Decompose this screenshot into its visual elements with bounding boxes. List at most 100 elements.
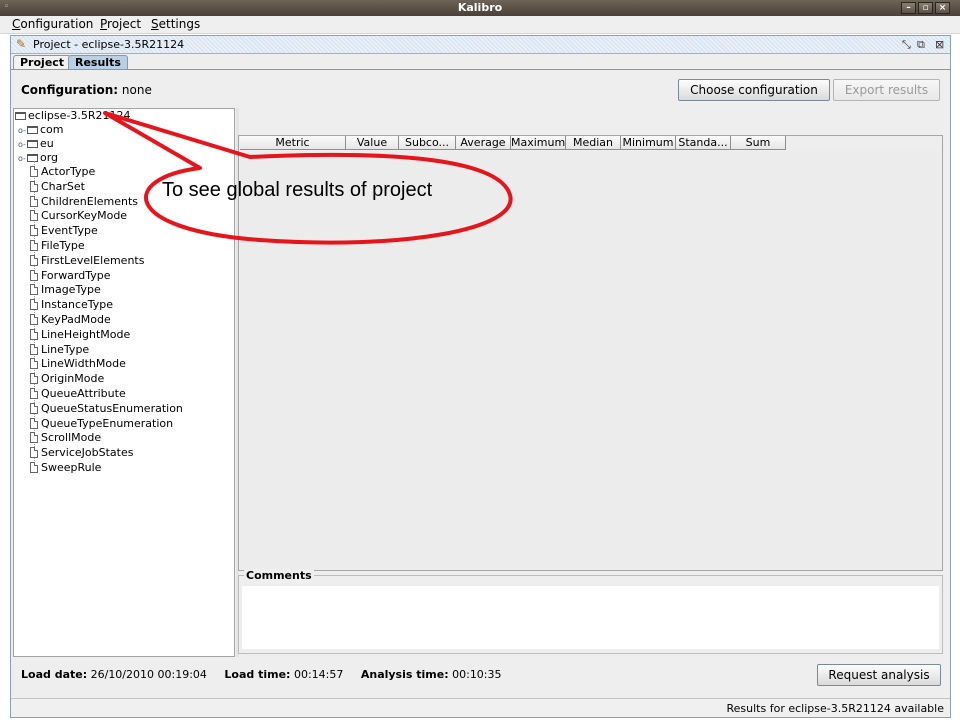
project-icon: ✎ (16, 37, 27, 51)
file-icon (30, 373, 38, 385)
minimize-icon[interactable]: – (901, 2, 916, 14)
file-icon (30, 284, 38, 296)
project-tree[interactable]: eclipse-3.5R21124 o-com o-eu o-org Actor… (13, 108, 235, 657)
configuration-row: Configuration: none (21, 83, 152, 97)
tree-file-item[interactable]: ForwardType (30, 269, 111, 283)
comments-panel: Comments (238, 569, 943, 654)
analysis-time-value: 00:10:35 (452, 668, 502, 681)
frame-title: Project - eclipse-3.5R21124 (33, 38, 185, 51)
expand-icon[interactable]: o- (18, 138, 27, 152)
configuration-label: Configuration: (21, 83, 119, 97)
close-icon[interactable]: × (935, 2, 950, 14)
column-header[interactable]: Standa... (676, 136, 731, 150)
tree-file-item[interactable]: InstanceType (30, 298, 113, 312)
file-icon (30, 299, 38, 311)
comments-legend: Comments (244, 569, 314, 582)
status-text: Results for eclipse-3.5R21124 available (726, 702, 945, 715)
menubar: Configuration Project Settings (0, 16, 960, 34)
tree-file-item[interactable]: ServiceJobStates (30, 446, 133, 460)
column-header[interactable]: Subco... (399, 136, 456, 150)
tree-file-item[interactable]: FirstLevelElements (30, 254, 144, 268)
tree-file-item[interactable]: CursorKeyMode (30, 209, 127, 223)
load-date-value: 26/10/2010 00:19:04 (90, 668, 207, 681)
comments-textarea[interactable] (242, 586, 939, 649)
file-icon (30, 195, 38, 207)
tree-file-item[interactable]: ImageType (30, 283, 101, 297)
tree-file-item[interactable]: LineType (30, 343, 89, 357)
analysis-time-label: Analysis time: (360, 668, 449, 681)
tree-file-item[interactable]: SweepRule (30, 461, 101, 475)
tree-file-item[interactable]: CharSet (30, 180, 85, 194)
tab-divider (11, 69, 950, 70)
configuration-value: none (121, 83, 152, 97)
iconify-icon[interactable]: ⤡ (902, 38, 911, 52)
tree-file-item[interactable]: ChildrenElements (30, 195, 138, 209)
menu-settings[interactable]: Settings (151, 17, 200, 31)
expand-icon[interactable]: o- (18, 152, 27, 166)
column-header[interactable]: Metric (240, 136, 346, 150)
status-bar: Results for eclipse-3.5R21124 available (11, 698, 950, 717)
file-icon (30, 210, 38, 222)
tree-file-item[interactable]: ScrollMode (30, 431, 101, 445)
column-header[interactable]: Sum (731, 136, 786, 150)
tree-package[interactable]: o-eu (18, 137, 54, 151)
folder-icon (15, 112, 26, 120)
menu-configuration[interactable]: Configuration (12, 17, 93, 31)
tab-project[interactable]: Project (13, 55, 72, 70)
tree-root[interactable]: eclipse-3.5R21124 (15, 109, 131, 123)
load-time-value: 00:14:57 (293, 668, 344, 681)
choose-configuration-button[interactable]: Choose configuration (678, 79, 830, 101)
file-icon (30, 269, 38, 281)
tree-file-item[interactable]: LineHeightMode (30, 328, 130, 342)
column-header[interactable]: Minimum (621, 136, 676, 150)
tree-file-item[interactable]: QueueAttribute (30, 387, 126, 401)
file-icon (30, 447, 38, 459)
folder-icon (27, 154, 38, 162)
column-header[interactable]: Maximum (511, 136, 566, 150)
load-date-label: Load date: (21, 668, 88, 681)
tree-file-item[interactable]: EventType (30, 224, 98, 238)
file-icon (30, 314, 38, 325)
file-icon (30, 388, 38, 399)
column-header[interactable]: Median (566, 136, 621, 150)
maximize-icon[interactable]: ▫ (918, 2, 933, 14)
frame-close-icon[interactable]: ⊠ (935, 38, 944, 51)
tree-file-item[interactable]: OriginMode (30, 372, 104, 386)
tree-package[interactable]: o-com (18, 123, 64, 137)
restore-icon[interactable]: ⧉ (917, 38, 925, 52)
file-icon (30, 328, 38, 340)
file-icon (30, 254, 38, 266)
file-icon (30, 343, 38, 355)
expand-icon[interactable]: o- (18, 124, 27, 138)
tree-file-item[interactable]: QueueTypeEnumeration (30, 417, 173, 431)
file-icon (30, 432, 38, 444)
project-frame: ✎ Project - eclipse-3.5R21124 ⤡ ⧉ ⊠ Proj… (10, 35, 951, 718)
table-body[interactable] (240, 151, 942, 570)
load-info: Load date: 26/10/2010 00:19:04 Load time… (21, 668, 502, 681)
tree-package[interactable]: o-org (18, 151, 58, 165)
folder-icon (27, 140, 38, 148)
folder-icon (27, 126, 38, 134)
window-title: Kalibro (457, 1, 503, 14)
column-header[interactable]: Value (346, 136, 399, 150)
tree-file-item[interactable]: QueueStatusEnumeration (30, 402, 183, 416)
load-time-label: Load time: (224, 668, 291, 681)
menu-project[interactable]: Project (100, 17, 141, 31)
file-icon (30, 402, 38, 414)
tree-file-item[interactable]: LineWidthMode (30, 357, 126, 371)
column-header[interactable]: Average (456, 136, 511, 150)
file-icon (30, 358, 38, 370)
file-icon (30, 166, 38, 177)
frame-titlebar: ✎ Project - eclipse-3.5R21124 ⤡ ⧉ ⊠ (11, 36, 950, 54)
window-titlebar: ◦ Kalibro – ▫ × (0, 0, 960, 16)
tab-results[interactable]: Results (68, 55, 128, 70)
file-icon (30, 417, 38, 429)
results-table[interactable]: Metric Value Subco... Average Maximum Median M… (238, 135, 943, 571)
tree-file-item[interactable]: FileType (30, 239, 85, 253)
tree-file-item[interactable]: ActorType (30, 165, 95, 179)
tree-file-item[interactable]: KeyPadMode (30, 313, 111, 327)
export-results-button[interactable]: Export results (833, 79, 940, 101)
request-analysis-button[interactable]: Request analysis (817, 664, 941, 686)
file-icon (30, 462, 38, 473)
file-icon (30, 180, 38, 192)
